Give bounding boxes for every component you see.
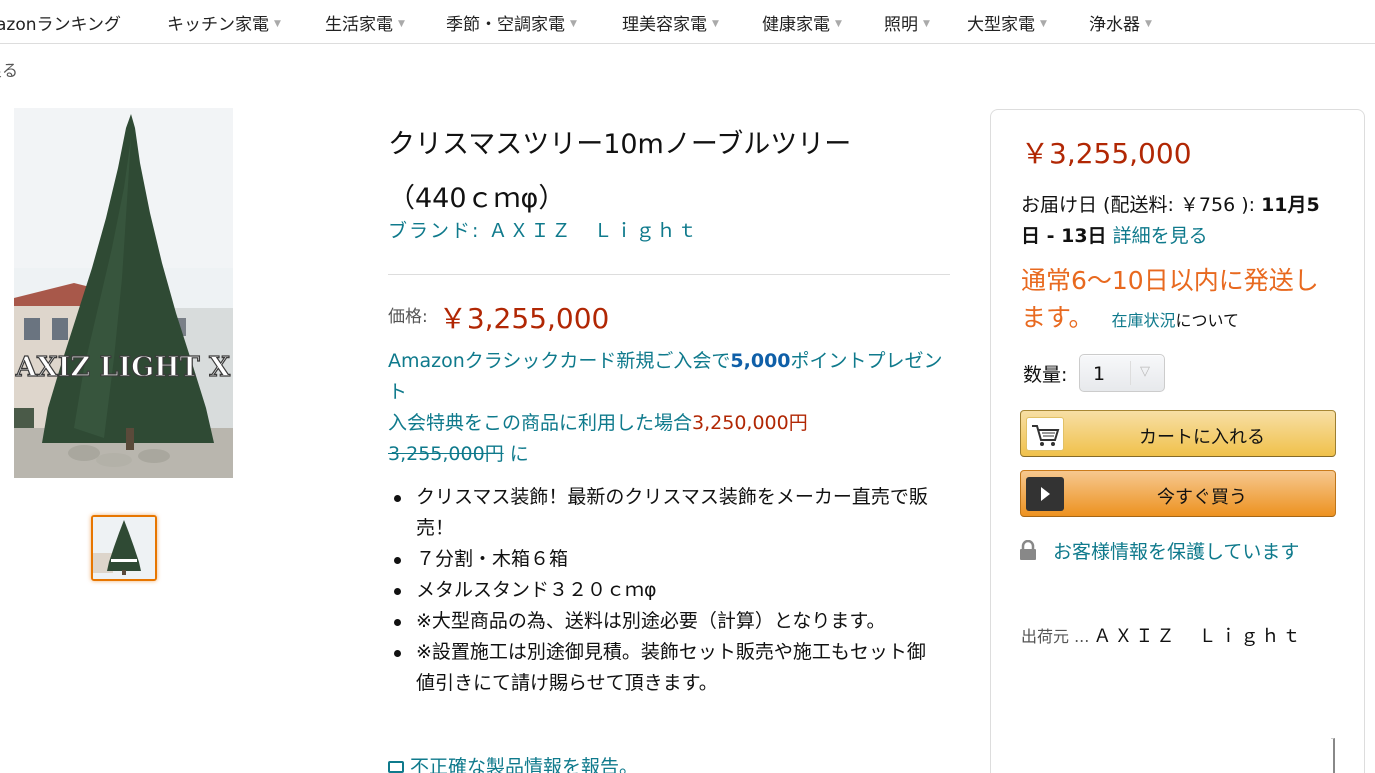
dropdown-caret-icon: ▼ [274, 19, 281, 29]
feature-bullets: クリスマス装飾！最新のクリスマス装飾をメーカー直売で販売！ ７分割・木箱６箱 メ… [388, 482, 943, 699]
product-title: クリスマスツリー10mノーブルツリー （440ｃｍφ） [388, 118, 948, 226]
dropdown-caret-icon: ▼ [712, 19, 719, 29]
dropdown-caret-icon: ▼ [398, 19, 405, 29]
back-link[interactable]: 戻る [0, 57, 18, 81]
product-title-line1: クリスマスツリー10mノーブルツリー [388, 129, 852, 160]
feature-bullet: メタルスタンド３２０ｃｍφ [388, 575, 943, 606]
cart-icon [1026, 417, 1064, 451]
dropdown-caret-icon: ▼ [923, 19, 930, 29]
report-icon [388, 761, 404, 773]
divider [388, 274, 950, 275]
dropdown-caret-icon: ▼ [1145, 19, 1152, 29]
feature-bullet: ７分割・木箱６箱 [388, 544, 943, 575]
dropdown-caret-icon: ▼ [570, 19, 577, 29]
dropdown-caret-icon: ▼ [1040, 19, 1047, 29]
price-label: 価格: [388, 307, 428, 327]
price-row: 価格: ￥3,255,000 [388, 297, 609, 337]
feature-bullet: ※設置施工は別途御見積。装飾セット販売や施工もセット御値引きにて請け賜らせて頂き… [388, 637, 943, 699]
thumbnail-1[interactable] [91, 515, 157, 581]
feature-bullet: クリスマス装飾！最新のクリスマス装飾をメーカー直売で販売！ [388, 482, 943, 544]
chevron-down-icon: ▽ [1140, 364, 1150, 379]
card-promotion[interactable]: Amazonクラシックカード新規ご入会で5,000ポイントプレゼント 入会特典を… [388, 346, 953, 470]
add-to-cart-button[interactable]: カートに入れる [1020, 410, 1336, 457]
nav-item-health[interactable]: 健康家電 ▼ [762, 10, 842, 35]
secure-transaction-link[interactable]: お客様情報を保護しています [1019, 537, 1329, 570]
feature-bullet: ※大型商品の為、送料は別途必要（計算）となります。 [388, 606, 943, 637]
shipping-availability: 通常6～10日以内に発送します。 在庫状況について [1021, 266, 1319, 332]
watermark-text: AXIZ LIGHT X [15, 352, 230, 383]
buybox-price: ￥3,255,000 [1021, 137, 1192, 170]
buy-box: ￥3,255,000 お届け日 (配送料: ￥756 ): 11月5日 - 13… [990, 109, 1365, 773]
nav-item-lighting[interactable]: 照明 ▼ [884, 10, 930, 35]
brand-link[interactable]: ブランド: ＡＸＩＺ Ｌｉｇｈｔ [388, 216, 698, 243]
nav-item-seasonal[interactable]: 季節・空調家電 ▼ [446, 10, 577, 35]
nav-item-large[interactable]: 大型家電 ▼ [967, 10, 1047, 35]
nav-item-ranking[interactable]: azonランキング [0, 10, 121, 35]
delivery-info: お届け日 (配送料: ￥756 ): 11月5日 - 13日 詳細を見る [1021, 194, 1320, 247]
promo-points: 5,000 [730, 350, 791, 372]
quantity-select[interactable]: 1 ▽ [1079, 354, 1165, 392]
nav-item-beauty[interactable]: 理美容家電 ▼ [622, 10, 719, 35]
seller-info: 出荷元 ... ＡＸＩＺ Ｌｉｇｈｔ [1021, 626, 1304, 647]
stock-status-link[interactable]: 在庫状況 [1111, 311, 1175, 330]
report-link[interactable]: 不正確な製品情報を報告。 [388, 752, 638, 773]
nav-item-water[interactable]: 浄水器 ▼ [1089, 10, 1152, 35]
category-nav: azonランキング キッチン家電 ▼ 生活家電 ▼ 季節・空調家電 ▼ 理美容家電 ▼ … [0, 0, 1375, 44]
dropdown-caret-icon: ▼ [835, 19, 842, 29]
seller-name[interactable]: ＡＸＩＺ Ｌｉｇｈｔ [1093, 626, 1303, 647]
promo-discounted-price: 3,250,000円 [692, 412, 808, 434]
promo-original-price: 3,255,000円 [388, 443, 504, 465]
play-icon [1026, 477, 1064, 511]
scrollbar-edge [1331, 738, 1335, 773]
buy-now-button[interactable]: 今すぐ買う [1020, 470, 1336, 517]
nav-item-kitchen[interactable]: キッチン家電 ▼ [167, 10, 281, 35]
nav-item-living[interactable]: 生活家電 ▼ [325, 10, 405, 35]
lock-icon [1019, 539, 1041, 570]
product-main-image[interactable]: AXIZ LIGHT X [14, 108, 233, 478]
price-value: ￥3,255,000 [438, 302, 610, 335]
product-title-line2: （440ｃｍφ） [388, 183, 566, 214]
delivery-details-link[interactable]: 詳細を見る [1113, 225, 1208, 247]
quantity-label: 数量: [1023, 364, 1068, 386]
